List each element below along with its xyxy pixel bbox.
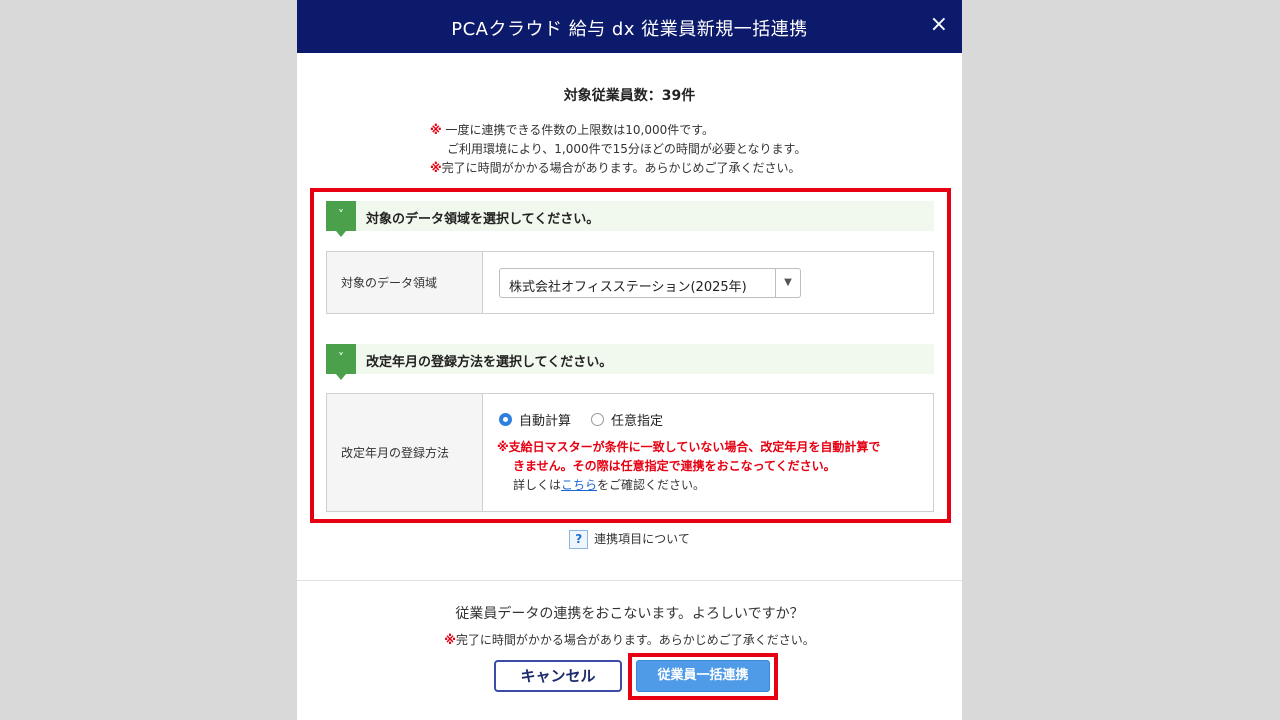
revision-warning: ※支給日マスターが条件に一致していない場合、改定年月を自動計算で きません。その… (497, 438, 917, 495)
close-icon[interactable]: × (930, 13, 948, 37)
footer-note: ※完了に時間がかかる場合があります。あらかじめご了承ください。 (297, 631, 962, 648)
help-link[interactable]: ? 連携項目について (297, 530, 962, 549)
field-label: 改定年月の登録方法 (327, 394, 483, 511)
radio-unselected-icon[interactable] (591, 413, 605, 426)
detail-line: 詳しくはこちらをご確認ください。 (497, 476, 917, 495)
section-head-data-area: ˅ 対象のデータ領域を選択してください。 (326, 201, 934, 237)
target-employee-count: 対象従業員数：39件 (563, 88, 696, 104)
question-icon[interactable]: ? (569, 530, 589, 549)
footer-divider (297, 580, 962, 581)
radio-label: 自動計算 (519, 414, 572, 429)
note-mark: ※ (430, 161, 442, 175)
note-mark: ※ (430, 123, 442, 137)
section-heading: 改定年月の登録方法を選択してください。 (366, 355, 613, 370)
detail-prefix: 詳しくは (513, 478, 562, 492)
dialog-titlebar: PCAクラウド 給与 dx 従業員新規一括連携 × (297, 0, 962, 53)
radio-manual[interactable]: 任意指定 (591, 410, 663, 429)
chevron-down-icon[interactable]: ˅ (326, 201, 356, 237)
sync-dialog: PCAクラウド 給与 dx 従業員新規一括連携 × 対象従業員数：39件 ※ 一… (297, 0, 962, 720)
data-area-select[interactable]: 株式会社オフィスステーション(2025年) ▼ (499, 268, 801, 298)
note-line-3: 完了に時間がかかる場合があります。あらかじめご了承ください。 (441, 161, 801, 175)
detail-link[interactable]: こちら (561, 478, 597, 492)
dialog-title: PCAクラウド 給与 dx 従業員新規一括連携 (451, 19, 808, 40)
select-value: 株式会社オフィスステーション(2025年) (509, 280, 747, 295)
chevron-down-icon[interactable]: ˅ (326, 344, 356, 380)
detail-suffix: をご確認ください。 (597, 478, 706, 492)
field-label: 対象のデータ領域 (327, 252, 483, 313)
warning-line-1: 支給日マスターが条件に一致していない場合、改定年月を自動計算で (508, 440, 881, 454)
confirm-text: 従業員データの連携をおこないます。よろしいですか？ (455, 606, 804, 622)
section-head-revision: ˅ 改定年月の登録方法を選択してください。 (326, 344, 934, 380)
revision-radio-group: 自動計算 任意指定 (499, 410, 683, 429)
radio-label: 任意指定 (611, 414, 664, 429)
radio-selected-icon[interactable] (499, 413, 512, 426)
form-row-revision-method: 改定年月の登録方法 自動計算 任意指定 ※支給日マスターが条件に一致していない場… (326, 393, 934, 512)
form-row-data-area: 対象のデータ領域 株式会社オフィスステーション(2025年) ▼ (326, 251, 934, 314)
notes-block: ※ 一度に連携できる件数の上限数は10,000件です。 ご利用環境により、1,0… (430, 121, 806, 178)
note-mark: ※ (444, 633, 456, 647)
warning-line-2: きません。その際は任意指定で連携をおこなってください。 (513, 459, 836, 473)
note-line-2: ご利用環境により、1,000件で15分ほどの時間が必要となります。 (447, 142, 807, 156)
bulk-sync-button[interactable]: 従業員一括連携 (636, 660, 770, 692)
dropdown-arrow-icon[interactable]: ▼ (775, 269, 800, 297)
warning-mark: ※ (497, 440, 509, 454)
note-line-1: 一度に連携できる件数の上限数は10,000件です。 (445, 123, 715, 137)
help-label[interactable]: 連携項目について (594, 532, 690, 546)
cancel-button[interactable]: キャンセル (494, 660, 622, 692)
radio-auto-calc[interactable]: 自動計算 (499, 410, 571, 429)
footer-note-text: 完了に時間がかかる場合があります。あらかじめご了承ください。 (455, 633, 815, 647)
section-heading: 対象のデータ領域を選択してください。 (366, 212, 600, 227)
